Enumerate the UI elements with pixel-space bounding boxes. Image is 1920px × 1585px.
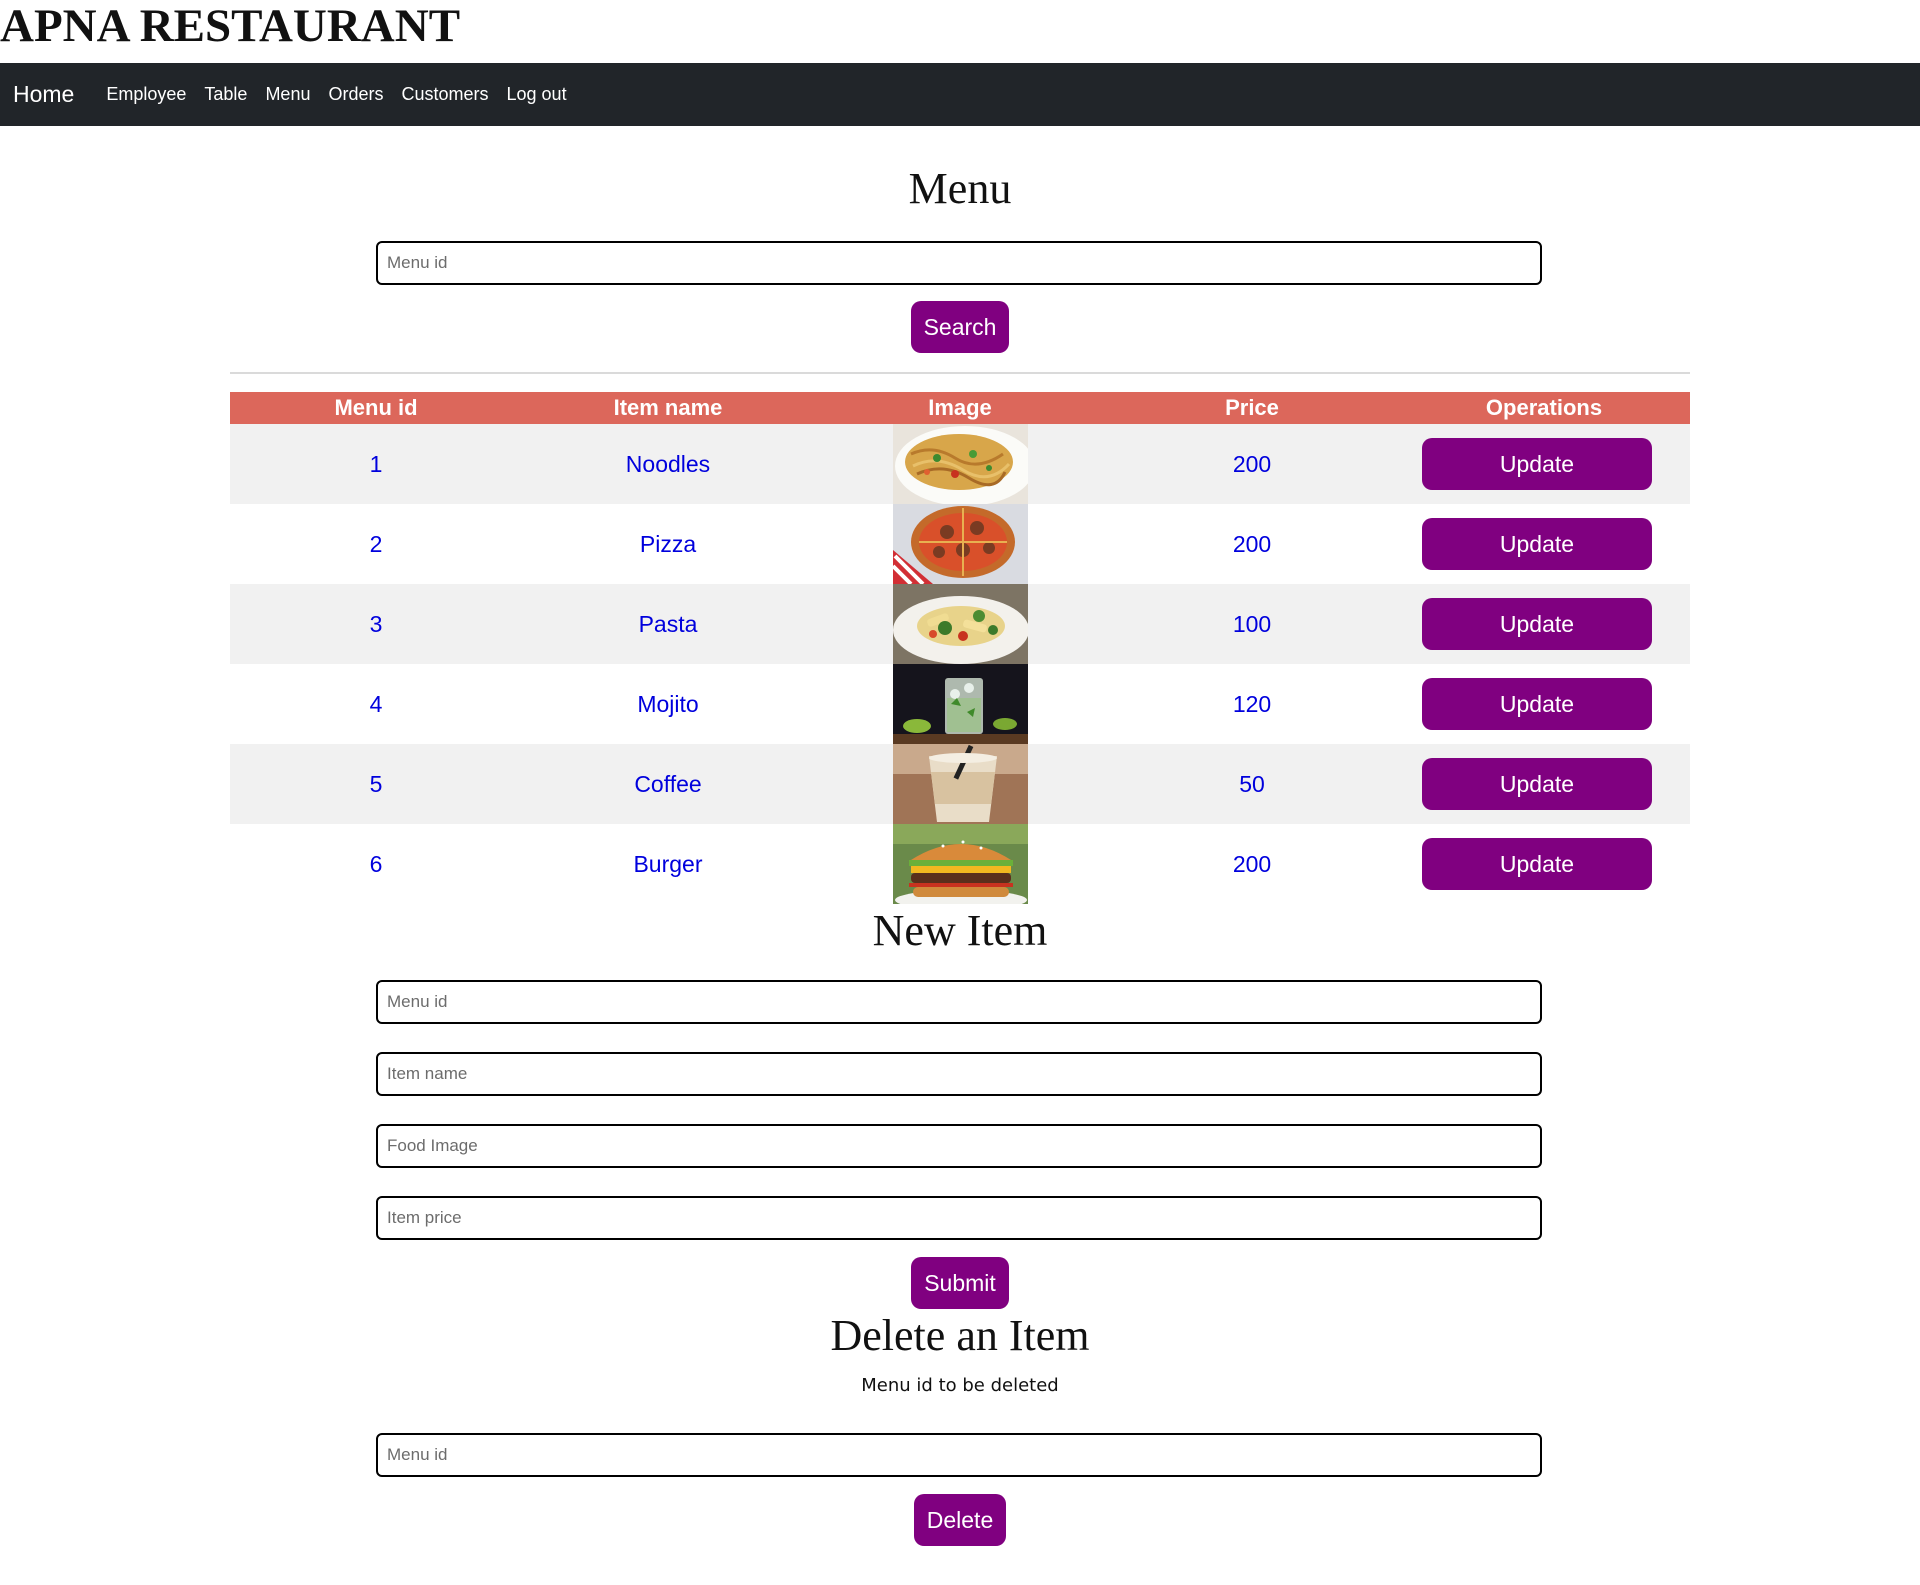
item-name-cell: Pizza bbox=[639, 530, 697, 557]
update-button[interactable]: Update bbox=[1422, 518, 1652, 570]
menu-table-body: 1 Noodles 200 Update 2 Pizza 200 Update … bbox=[230, 424, 1690, 904]
update-button[interactable]: Update bbox=[1422, 838, 1652, 890]
menu-id-cell: 6 bbox=[369, 850, 383, 877]
menu-heading: Menu bbox=[908, 164, 1012, 213]
update-button[interactable]: Update bbox=[1422, 678, 1652, 730]
coffee-image bbox=[892, 744, 1028, 824]
column-header-image: Image bbox=[928, 395, 992, 420]
menu-search-input[interactable] bbox=[376, 241, 1542, 285]
site-title: APNA RESTAURANT bbox=[0, 0, 461, 52]
new-menu-id-input[interactable] bbox=[376, 980, 1542, 1024]
column-header-menu-id: Menu id bbox=[334, 395, 418, 420]
search-button[interactable]: Search bbox=[911, 301, 1009, 353]
delete-instruction-label: Menu id to be deleted bbox=[861, 1375, 1059, 1396]
table-row: 3 Pasta 100 Update bbox=[230, 584, 1690, 664]
menu-id-cell: 1 bbox=[369, 450, 383, 477]
item-name-cell: Noodles bbox=[625, 450, 711, 477]
menu-table-header: Menu id Item name Image Price Operations bbox=[230, 392, 1690, 424]
pizza-image bbox=[892, 504, 1028, 584]
nav-customers-link[interactable]: Customers bbox=[401, 84, 488, 105]
noodles-image bbox=[892, 424, 1028, 504]
table-row: 2 Pizza 200 Update bbox=[230, 504, 1690, 584]
delete-menu-id-input[interactable] bbox=[376, 1433, 1542, 1477]
column-header-price: Price bbox=[1225, 395, 1279, 420]
price-cell: 120 bbox=[1232, 690, 1272, 717]
price-cell: 200 bbox=[1232, 850, 1272, 877]
table-row: 4 Mojito 120 Update bbox=[230, 664, 1690, 744]
section-divider bbox=[230, 372, 1690, 374]
price-cell: 100 bbox=[1232, 610, 1272, 637]
submit-button[interactable]: Submit bbox=[911, 1257, 1009, 1309]
price-cell: 200 bbox=[1232, 530, 1272, 557]
menu-id-cell: 5 bbox=[369, 770, 383, 797]
table-row: 5 Coffee 50 Update bbox=[230, 744, 1690, 824]
item-name-cell: Burger bbox=[633, 850, 703, 877]
nav-table-link[interactable]: Table bbox=[204, 84, 247, 105]
column-header-operations: Operations bbox=[1485, 395, 1603, 420]
nav-home-link[interactable]: Home bbox=[13, 81, 74, 108]
burger-image bbox=[892, 824, 1028, 904]
price-cell: 50 bbox=[1239, 770, 1265, 797]
item-price-input[interactable] bbox=[376, 1196, 1542, 1240]
pasta-image bbox=[892, 584, 1028, 664]
nav-orders-link[interactable]: Orders bbox=[328, 84, 383, 105]
nav-menu-link[interactable]: Menu bbox=[265, 84, 310, 105]
item-name-input[interactable] bbox=[376, 1052, 1542, 1096]
nav-employee-link[interactable]: Employee bbox=[106, 84, 186, 105]
nav-logout-link[interactable]: Log out bbox=[507, 84, 567, 105]
mojito-image bbox=[892, 664, 1028, 744]
food-image-input[interactable] bbox=[376, 1124, 1542, 1168]
menu-id-cell: 3 bbox=[369, 610, 383, 637]
delete-button[interactable]: Delete bbox=[914, 1494, 1006, 1546]
menu-id-cell: 4 bbox=[369, 690, 383, 717]
delete-item-heading: Delete an Item bbox=[830, 1311, 1090, 1360]
top-navbar: Home Employee Table Menu Orders Customer… bbox=[0, 63, 1920, 126]
item-name-cell: Pasta bbox=[638, 610, 698, 637]
update-button[interactable]: Update bbox=[1422, 438, 1652, 490]
update-button[interactable]: Update bbox=[1422, 758, 1652, 810]
table-row: 6 Burger 200 Update bbox=[230, 824, 1690, 904]
item-name-cell: Coffee bbox=[634, 770, 702, 797]
item-name-cell: Mojito bbox=[637, 690, 699, 717]
menu-id-cell: 2 bbox=[369, 530, 383, 557]
update-button[interactable]: Update bbox=[1422, 598, 1652, 650]
new-item-heading: New Item bbox=[872, 906, 1048, 955]
column-header-item-name: Item name bbox=[613, 395, 723, 420]
table-row: 1 Noodles 200 Update bbox=[230, 424, 1690, 504]
price-cell: 200 bbox=[1232, 450, 1272, 477]
